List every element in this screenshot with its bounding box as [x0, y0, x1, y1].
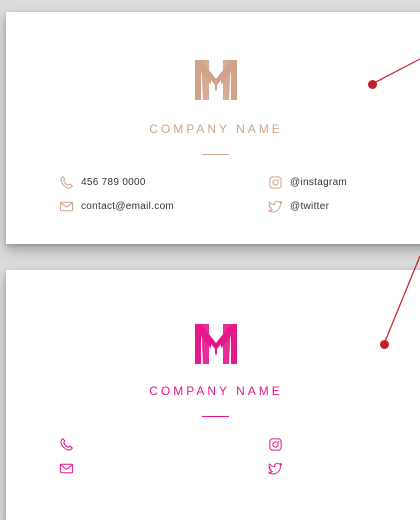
callout-marker-bottom	[380, 340, 389, 349]
callout-marker-top	[368, 80, 377, 89]
callout-line-top	[371, 58, 420, 85]
callout-lines	[371, 58, 420, 345]
callout-line-bottom	[383, 255, 420, 345]
